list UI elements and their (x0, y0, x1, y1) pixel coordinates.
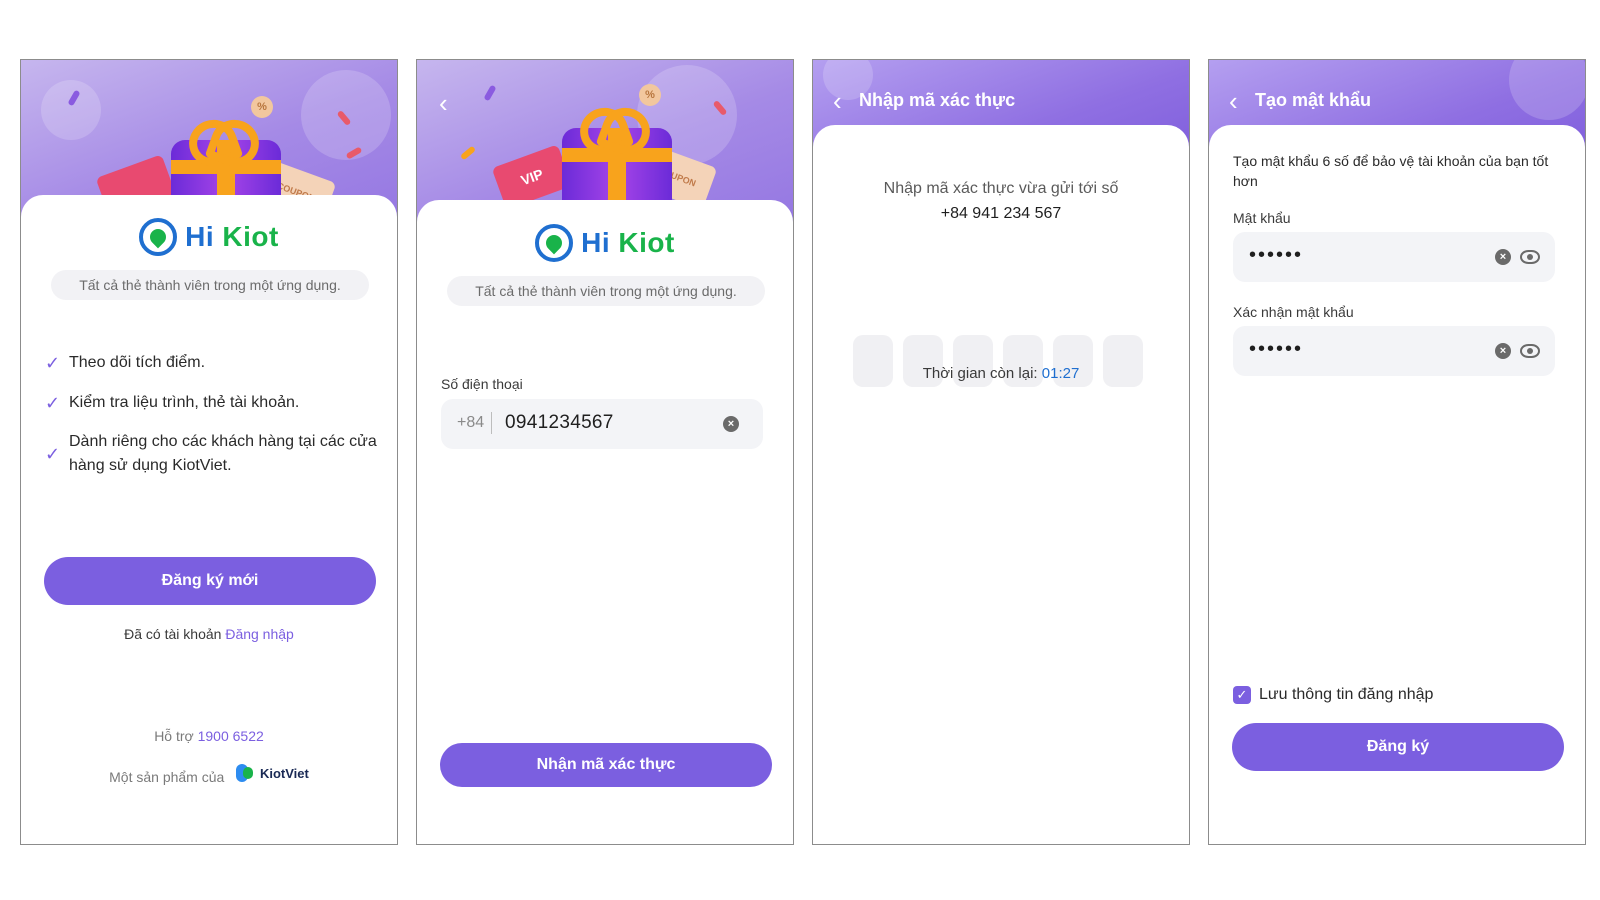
confirm-password-field[interactable]: •••••• × (1233, 326, 1555, 376)
otp-instruction: Nhập mã xác thực vừa gửi tới số (883, 180, 1119, 197)
register-new-button[interactable]: Đăng ký mới (44, 557, 376, 605)
get-code-button[interactable]: Nhận mã xác thực (440, 743, 772, 787)
divider (491, 412, 492, 434)
timer-line: Thời gian còn lại: 01:27 (813, 365, 1189, 382)
page-title: Nhập mã xác thực (859, 90, 1016, 110)
logo-text-hi: Hi (185, 221, 215, 252)
clear-icon[interactable]: × (1495, 249, 1511, 265)
logo-text-hi: Hi (581, 227, 611, 258)
support-phone-link[interactable]: 1900 6522 (198, 728, 264, 744)
hikiot-logo-icon (535, 224, 574, 262)
feature-item: ✓ Dành riêng cho các khách hàng tại các … (45, 430, 385, 478)
back-icon[interactable]: ‹ (439, 90, 448, 116)
product-of-text: Một sản phẩm của (109, 769, 225, 785)
tagline: Tất cả thẻ thành viên trong một ứng dụng… (447, 276, 765, 306)
back-icon[interactable]: ‹ (833, 88, 842, 114)
card-sheet (813, 125, 1189, 170)
otp-phone: +84 941 234 567 (940, 205, 1062, 222)
check-icon: ✓ (45, 393, 61, 413)
timer-label: Thời gian còn lại: (922, 365, 1038, 382)
logo-text-kiot: Kiot (618, 227, 675, 258)
feature-item: ✓ Theo dõi tích điểm. (45, 351, 385, 375)
support-label: Hỗ trợ (154, 728, 194, 744)
confetti (459, 145, 477, 161)
timer-value: 01:27 (1041, 365, 1080, 382)
feature-text: Kiểm tra liệu trình, thẻ tài khoản. (69, 394, 300, 411)
kiotviet-logo: KiotViet (235, 764, 309, 782)
gift-bow-icon (189, 120, 259, 156)
check-icon: ✓ (45, 444, 61, 464)
clear-icon[interactable]: × (723, 416, 739, 432)
hikiot-logo: Hi Kiot (417, 224, 793, 262)
kiotviet-logo-text: KiotViet (259, 765, 309, 781)
percent-coin-icon: % (639, 84, 661, 106)
clear-icon[interactable]: × (1495, 343, 1511, 359)
tagline: Tất cả thẻ thành viên trong một ứng dụng… (51, 270, 369, 300)
eye-icon[interactable] (1520, 250, 1540, 264)
country-code[interactable]: +84 (457, 414, 484, 432)
feature-item: ✓ Kiểm tra liệu trình, thẻ tài khoản. (45, 391, 385, 415)
phone-field[interactable]: +84 0941234567 × (441, 399, 763, 449)
phone-label: Số điện thoại (441, 376, 523, 392)
password-field[interactable]: •••••• × (1233, 232, 1555, 282)
remember-login[interactable]: ✓ Lưu thông tin đăng nhập (1233, 686, 1433, 704)
register-button[interactable]: Đăng ký (1232, 723, 1564, 771)
screen-create-password: ‹ Tạo mật khẩu Tạo mật khẩu 6 số để bảo … (1208, 59, 1586, 845)
gift-bow-icon (580, 108, 650, 144)
feature-text: Dành riêng cho các khách hàng tại các cử… (69, 433, 377, 474)
hikiot-logo-icon (139, 218, 178, 256)
phone-input[interactable]: 0941234567 (505, 412, 614, 434)
confetti (483, 84, 497, 102)
percent-coin-icon: % (251, 96, 273, 118)
screen-phone: % ‹ VIP COUPON Hi Kiot Tất cả thẻ thành … (416, 59, 794, 845)
screen-otp: ‹ Nhập mã xác thực Nhập mã xác thực vừa … (812, 59, 1190, 845)
hikiot-logo: Hi Kiot (21, 218, 397, 256)
back-icon[interactable]: ‹ (1229, 88, 1238, 114)
password-label: Mật khẩu (1233, 210, 1291, 226)
product-of-line: Một sản phẩm của KiotViet (21, 764, 397, 785)
kiotviet-logo-icon (235, 764, 253, 782)
header-band: ‹ Nhập mã xác thực (813, 60, 1189, 170)
eye-icon[interactable] (1520, 344, 1540, 358)
login-link[interactable]: Đăng nhập (225, 626, 294, 642)
decor-bubble (41, 80, 101, 140)
confirm-password-input[interactable]: •••••• (1249, 338, 1303, 361)
checkbox-checked-icon[interactable]: ✓ (1233, 686, 1251, 704)
remember-label: Lưu thông tin đăng nhập (1259, 686, 1434, 703)
login-prompt: Đã có tài khoản Đăng nhập (21, 626, 397, 642)
screen-welcome: % COUPON Hi Kiot Tất cả thẻ thành viên t… (20, 59, 398, 845)
password-input[interactable]: •••••• (1249, 244, 1303, 267)
password-instruction: Tạo mật khẩu 6 số để bảo vệ tài khoản củ… (1233, 153, 1549, 189)
page-title: Tạo mật khẩu (1255, 90, 1372, 110)
support-line: Hỗ trợ 1900 6522 (21, 728, 397, 744)
decor-bubble (1509, 60, 1585, 120)
have-account-text: Đã có tài khoản (124, 626, 222, 642)
confirm-password-label: Xác nhận mật khẩu (1233, 304, 1354, 320)
logo-text-kiot: Kiot (222, 221, 279, 252)
feature-text: Theo dõi tích điểm. (69, 354, 206, 371)
check-icon: ✓ (45, 353, 61, 373)
